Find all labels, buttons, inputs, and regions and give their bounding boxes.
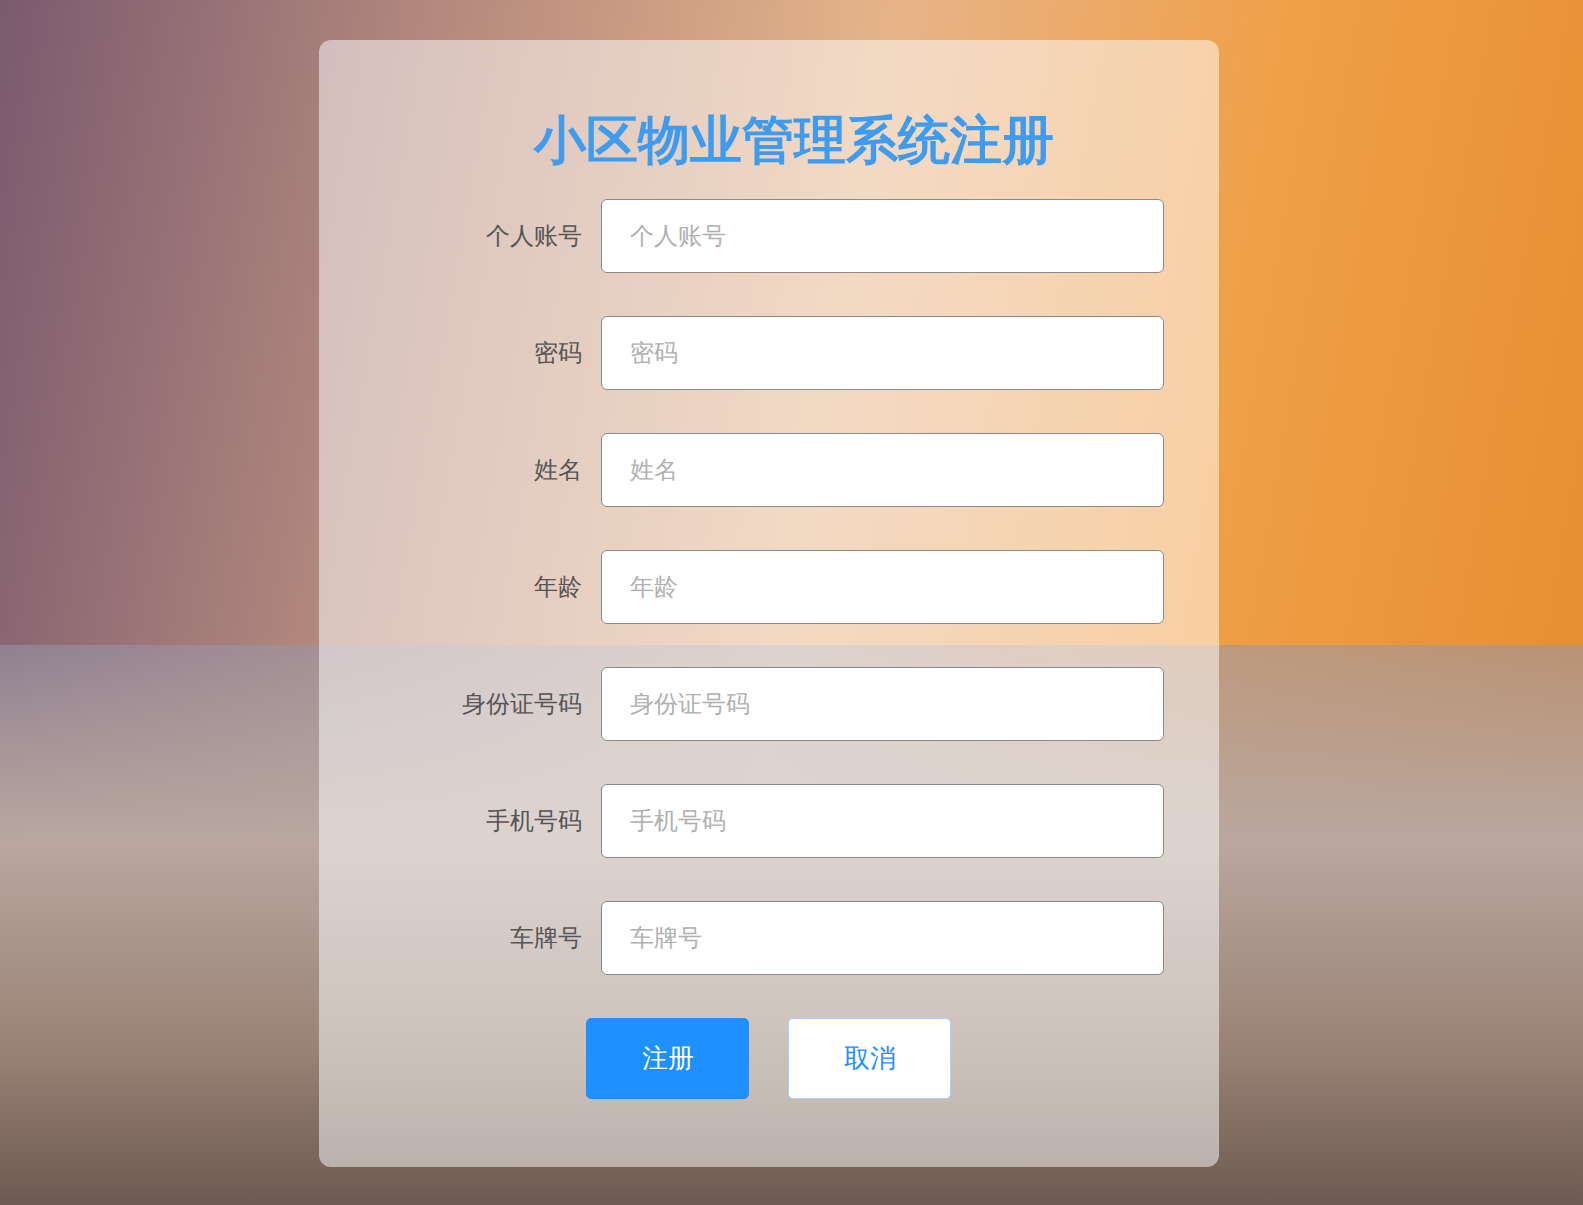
field-label: 密码 <box>319 337 582 369</box>
field-row: 姓名 <box>319 433 1219 507</box>
field-row: 手机号码 <box>319 784 1219 858</box>
field-label: 身份证号码 <box>319 688 582 720</box>
form-title: 小区物业管理系统注册 <box>319 110 1219 170</box>
cancel-button[interactable]: 取消 <box>788 1018 951 1099</box>
field-row: 密码 <box>319 316 1219 390</box>
field-row: 车牌号 <box>319 901 1219 975</box>
field-label: 姓名 <box>319 454 582 486</box>
field-input[interactable] <box>601 901 1164 975</box>
field-input[interactable] <box>601 199 1164 273</box>
field-label: 手机号码 <box>319 805 582 837</box>
field-label: 个人账号 <box>319 220 582 252</box>
field-input[interactable] <box>601 433 1164 507</box>
button-bar: 注册取消 <box>319 1018 1219 1099</box>
field-row: 个人账号 <box>319 199 1219 273</box>
field-label: 车牌号 <box>319 922 582 954</box>
field-label: 年龄 <box>319 571 582 603</box>
field-list: 个人账号密码姓名年龄身份证号码手机号码车牌号 <box>319 199 1219 975</box>
field-row: 身份证号码 <box>319 667 1219 741</box>
field-input[interactable] <box>601 550 1164 624</box>
register-button[interactable]: 注册 <box>586 1018 749 1099</box>
field-input[interactable] <box>601 316 1164 390</box>
field-input[interactable] <box>601 667 1164 741</box>
field-input[interactable] <box>601 784 1164 858</box>
field-row: 年龄 <box>319 550 1219 624</box>
register-panel: 小区物业管理系统注册个人账号密码姓名年龄身份证号码手机号码车牌号注册取消 <box>319 40 1219 1167</box>
